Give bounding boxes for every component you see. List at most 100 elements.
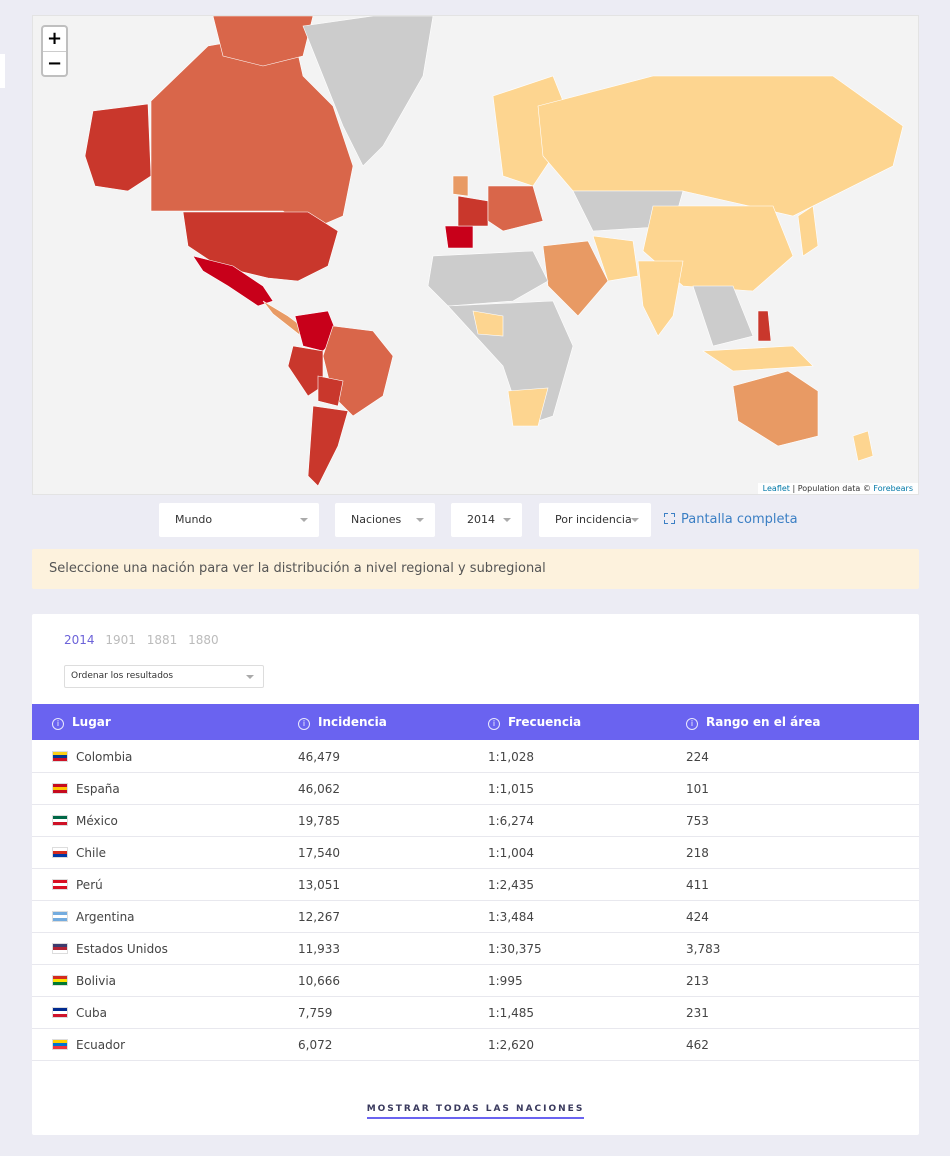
frequency-cell: 1:3,484 (488, 910, 535, 924)
year-select[interactable]: 2014 (451, 503, 522, 537)
country-flag-icon (52, 911, 68, 922)
map-region-spain (444, 225, 474, 249)
rank-cell: 101 (686, 782, 709, 796)
incidence-cell: 46,479 (298, 750, 340, 764)
rank-cell: 213 (686, 974, 709, 988)
country-flag-icon (52, 783, 68, 794)
country-flag-icon (52, 975, 68, 986)
fullscreen-icon (664, 513, 675, 524)
page-edge-panel (0, 54, 5, 88)
selection-notice: Seleccione una nación para ver la distri… (32, 549, 919, 589)
map-controls: Mundo Naciones 2014 Por incidencia Panta… (0, 503, 950, 537)
rank-cell: 424 (686, 910, 709, 924)
incidence-cell: 12,267 (298, 910, 340, 924)
incidence-cell: 10,666 (298, 974, 340, 988)
chevron-down-icon (631, 518, 639, 522)
frequency-cell: 1:2,620 (488, 1038, 535, 1052)
incidence-cell: 7,759 (298, 1006, 333, 1020)
rank-cell: 462 (686, 1038, 709, 1052)
rank-cell: 224 (686, 750, 709, 764)
incidence-cell: 46,062 (298, 782, 340, 796)
info-icon[interactable]: i (52, 718, 64, 730)
country-flag-icon (52, 879, 68, 890)
rank-cell: 3,783 (686, 942, 721, 956)
sort-select[interactable]: Ordenar los resultados (64, 665, 264, 688)
table-row[interactable]: Perú 13,051 1:2,435 411 (32, 869, 919, 901)
place-cell[interactable]: Colombia (76, 741, 132, 773)
incidence-cell: 6,072 (298, 1038, 333, 1052)
chevron-down-icon (246, 675, 254, 679)
country-flag-icon (52, 751, 68, 762)
incidence-cell: 19,785 (298, 814, 340, 828)
fullscreen-button[interactable]: Pantalla completa (664, 503, 798, 537)
show-all-nations-link[interactable]: MOSTRAR TODAS LAS NACIONES (366, 1104, 585, 1119)
column-header-place[interactable]: i Lugar (52, 704, 111, 740)
country-flag-icon (52, 815, 68, 826)
place-cell[interactable]: Perú (76, 869, 103, 901)
map-canvas[interactable] (33, 16, 919, 495)
place-cell[interactable]: Ecuador (76, 1029, 125, 1061)
results-card: 2014 1901 1881 1880 Ordenar los resultad… (32, 614, 919, 1135)
chevron-down-icon (416, 518, 424, 522)
map-region-uk (452, 175, 469, 197)
frequency-cell: 1:2,435 (488, 878, 535, 892)
zoom-in-button[interactable]: + (43, 27, 66, 51)
forebears-link[interactable]: Forebears (873, 484, 913, 493)
place-cell[interactable]: México (76, 805, 118, 837)
place-cell[interactable]: Estados Unidos (76, 933, 168, 965)
leaflet-link[interactable]: Leaflet (763, 484, 790, 493)
info-icon[interactable]: i (298, 718, 310, 730)
place-cell[interactable]: Chile (76, 837, 106, 869)
table-row[interactable]: Cuba 7,759 1:1,485 231 (32, 997, 919, 1029)
zoom-out-button[interactable]: − (43, 51, 66, 75)
place-cell[interactable]: España (76, 773, 120, 805)
frequency-cell: 1:1,015 (488, 782, 535, 796)
table-row[interactable]: Bolivia 10,666 1:995 213 (32, 965, 919, 997)
rank-cell: 218 (686, 846, 709, 860)
map-region-france (457, 195, 489, 227)
column-header-frequency[interactable]: i Frecuencia (488, 704, 581, 740)
table-row[interactable]: México 19,785 1:6,274 753 (32, 805, 919, 837)
column-header-incidence[interactable]: i Incidencia (298, 704, 387, 740)
table-row[interactable]: Chile 17,540 1:1,004 218 (32, 837, 919, 869)
zoom-control: + − (41, 25, 68, 77)
table-body: Colombia 46,479 1:1,028 224 España 46,062 1:1,… (32, 741, 919, 1061)
region-select-value: Mundo (175, 513, 213, 526)
level-select[interactable]: Naciones (335, 503, 435, 537)
incidence-cell: 13,051 (298, 878, 340, 892)
world-map[interactable]: + − Leaflet | Population data © Forebear… (32, 15, 919, 495)
country-flag-icon (52, 1007, 68, 1018)
place-cell[interactable]: Argentina (76, 901, 135, 933)
table-row[interactable]: Colombia 46,479 1:1,028 224 (32, 741, 919, 773)
mode-select-value: Por incidencia (555, 513, 632, 526)
incidence-cell: 11,933 (298, 942, 340, 956)
year-select-value: 2014 (467, 513, 495, 526)
year-tabs: 2014 1901 1881 1880 (64, 633, 226, 647)
year-tab-1881[interactable]: 1881 (147, 633, 178, 647)
frequency-cell: 1:1,028 (488, 750, 535, 764)
rank-cell: 753 (686, 814, 709, 828)
table-row[interactable]: Ecuador 6,072 1:2,620 462 (32, 1029, 919, 1061)
frequency-cell: 1:6,274 (488, 814, 535, 828)
year-tab-2014[interactable]: 2014 (64, 633, 95, 647)
table-row[interactable]: Argentina 12,267 1:3,484 424 (32, 901, 919, 933)
mode-select[interactable]: Por incidencia (539, 503, 651, 537)
info-icon[interactable]: i (686, 718, 698, 730)
incidence-cell: 17,540 (298, 846, 340, 860)
frequency-cell: 1:1,004 (488, 846, 535, 860)
map-region-alaska (84, 103, 152, 192)
year-tab-1901[interactable]: 1901 (105, 633, 136, 647)
frequency-cell: 1:30,375 (488, 942, 542, 956)
place-cell[interactable]: Bolivia (76, 965, 116, 997)
place-cell[interactable]: Cuba (76, 997, 107, 1029)
year-tab-1880[interactable]: 1880 (188, 633, 219, 647)
table-row[interactable]: Estados Unidos 11,933 1:30,375 3,783 (32, 933, 919, 965)
region-select[interactable]: Mundo (159, 503, 319, 537)
table-header: i Lugar i Incidencia i Frecuencia i Rango en… (32, 704, 919, 740)
frequency-cell: 1:995 (488, 974, 523, 988)
table-row[interactable]: España 46,062 1:1,015 101 (32, 773, 919, 805)
country-flag-icon (52, 847, 68, 858)
column-header-rank[interactable]: i Rango en el área (686, 704, 820, 740)
sort-select-placeholder: Ordenar los resultados (71, 671, 174, 681)
info-icon[interactable]: i (488, 718, 500, 730)
